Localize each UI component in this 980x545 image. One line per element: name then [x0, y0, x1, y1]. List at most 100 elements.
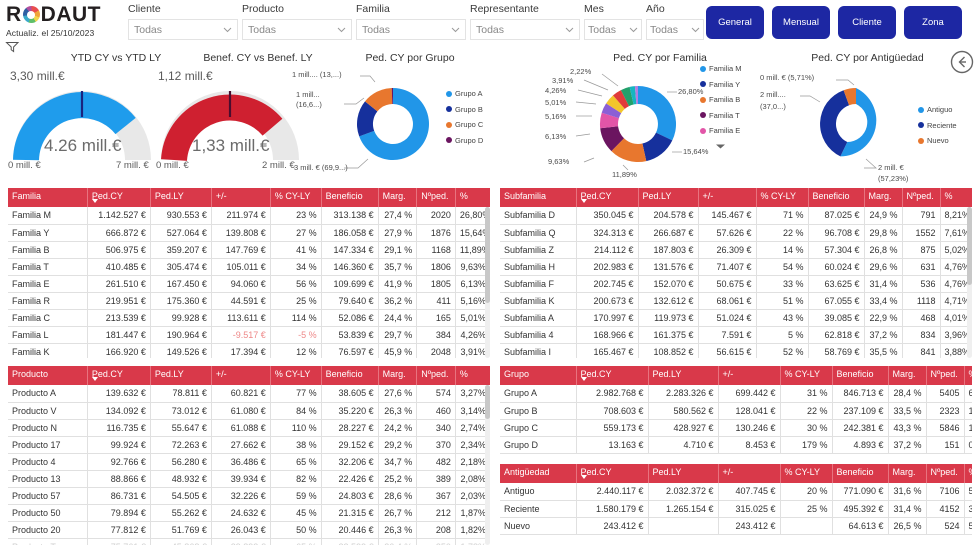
legend-item-grupo-b[interactable]: Grupo B — [446, 102, 483, 118]
column-header-[interactable]: +/- — [718, 366, 781, 385]
column-header-[interactable]: % — [964, 464, 972, 483]
subfamilia-table[interactable]: Subfamilia Ped.CY Ped.LY +/-% CY-LY Benefici… — [500, 188, 972, 358]
filter-icon[interactable] — [5, 39, 20, 53]
filter-familia-dropdown[interactable]: Todas — [356, 19, 466, 40]
column-header-familia[interactable]: Familia — [8, 188, 88, 207]
grupo-table-container[interactable]: Grupo Ped.CY Ped.LY +/-% CY-LY Beneficio Marg… — [500, 366, 972, 460]
filter-cliente-dropdown[interactable]: Todas — [128, 19, 238, 40]
table-row[interactable]: Familia M 1.142.527 €930.553 €211.974 €23… — [8, 207, 490, 225]
table-row[interactable]: Familia E 261.510 €167.450 €94.060 €56 % 1… — [8, 275, 490, 293]
column-header-ped-cy[interactable]: Ped.CY — [87, 188, 151, 207]
donut-ped-cy-por-familia[interactable]: 26,80% 15,64% 11,89% 9,63% 6,13% 5,16% 5… — [528, 62, 760, 184]
subfamilia-table-scrollbar[interactable] — [967, 207, 972, 358]
column-header-ped-cy[interactable]: Ped.CY — [576, 188, 639, 207]
column-header-[interactable]: % — [964, 366, 972, 385]
table-row[interactable]: Familia K 166.920 €149.526 €17.394 €12 % 7… — [8, 343, 490, 358]
grupo-table[interactable]: Grupo Ped.CY Ped.LY +/-% CY-LY Beneficio Marg… — [500, 366, 972, 454]
column-header-n-ped[interactable]: Nºped. — [416, 366, 456, 385]
familia-table-container[interactable]: Familia Ped.CY Ped.LY +/-% CY-LY Beneficio Ma… — [8, 188, 490, 358]
antiguedad-table[interactable]: Antigüedad Ped.CY Ped.LY +/-% CY-LY Benefici… — [500, 464, 972, 535]
column-header-[interactable]: +/- — [211, 366, 271, 385]
legend-item-antiguo[interactable]: Antiguo — [918, 102, 957, 118]
table-row[interactable]: Producto T75.761 €45.868 €29.893 €65 %22… — [8, 538, 490, 545]
donut-ped-cy-por-antiguedad[interactable]: 0 mill. € (5,71%) 2 mill.... (37,0...) 2… — [760, 64, 966, 184]
column-header-n-ped[interactable]: Nºped. — [926, 464, 965, 483]
column-header-marg[interactable]: Marg. — [378, 188, 418, 207]
column-header-beneficio[interactable]: Beneficio — [808, 188, 865, 207]
filter-mes-dropdown[interactable]: Todas — [584, 19, 642, 40]
column-header-ped-cy[interactable]: Ped.CY — [576, 464, 649, 483]
column-header-ped-ly[interactable]: Ped.LY — [150, 188, 212, 207]
table-row[interactable]: Subfamilia Z 214.112 €187.803 €26.309 €14… — [500, 241, 972, 259]
table-row[interactable]: Subfamilia A 170.997 €119.973 €51.024 €43… — [500, 309, 972, 327]
donut-ped-cy-por-grupo[interactable]: 1 mill.... (13,...) 1 mill... (16,6...) … — [292, 64, 490, 182]
column-header-grupo[interactable]: Grupo — [500, 366, 577, 385]
column-header-ped-ly[interactable]: Ped.LY — [648, 366, 719, 385]
table-row[interactable]: Subfamilia F 202.745 €152.070 €50.675 €33… — [500, 275, 972, 293]
legend-item-nuevo[interactable]: Nuevo — [918, 133, 957, 149]
column-header-[interactable]: +/- — [211, 188, 271, 207]
table-row[interactable]: Familia Y 666.872 €527.064 €139.808 €27 %… — [8, 224, 490, 242]
table-row[interactable]: Producto 17 99.924 €72.263 €27.662 €38 % 2… — [8, 436, 490, 454]
column-header-beneficio[interactable]: Beneficio — [832, 464, 889, 483]
table-row[interactable]: Producto 50 79.894 €55.262 €24.632 €45 % 2… — [8, 504, 490, 522]
filter-representante-dropdown[interactable]: Todas — [470, 19, 580, 40]
column-header-[interactable]: % — [455, 366, 490, 385]
table-row[interactable]: Familia L 181.447 €190.964 € -9.517 € -5 % 5… — [8, 326, 490, 344]
table-row[interactable]: Subfamilia H 202.983 €131.576 €71.407 €54… — [500, 258, 972, 276]
table-row[interactable]: Subfamilia I 165.467 €108.852 €56.615 €52… — [500, 343, 972, 358]
subfamilia-table-container[interactable]: Subfamilia Ped.CY Ped.LY +/-% CY-LY Benefici… — [500, 188, 972, 358]
column-header-cy-ly[interactable]: % CY-LY — [270, 366, 322, 385]
column-header-cy-ly[interactable]: % CY-LY — [780, 366, 833, 385]
table-row[interactable]: Producto 57 86.731 €54.505 €32.226 €59 % 2… — [8, 487, 490, 505]
column-header-cy-ly[interactable]: % CY-LY — [270, 188, 322, 207]
column-header-antig-edad[interactable]: Antigüedad — [500, 464, 577, 483]
column-header-ped-cy[interactable]: Ped.CY — [87, 366, 151, 385]
table-row[interactable]: Antiguo 2.440.117 €2.032.372 €407.745 €20… — [500, 483, 972, 501]
column-header-marg[interactable]: Marg. — [888, 464, 927, 483]
filter-producto-dropdown[interactable]: Todas — [242, 19, 352, 40]
column-header-beneficio[interactable]: Beneficio — [832, 366, 889, 385]
producto-table-scrollbar[interactable] — [485, 385, 490, 545]
nav-button-general[interactable]: General — [706, 6, 764, 39]
table-row[interactable]: Producto 20 77.812 €51.769 €26.043 €50 % 2… — [8, 521, 490, 539]
table-row[interactable]: Grupo C 559.173 €428.927 €130.246 €30 % 24… — [500, 419, 972, 437]
table-row[interactable]: Familia T 410.485 €305.474 €105.011 €34 %… — [8, 258, 490, 276]
legend-item-grupo-a[interactable]: Grupo A — [446, 86, 483, 102]
table-row[interactable]: Nuevo 243.412 €243.412 €64.613 €26,5 % 524… — [500, 517, 972, 535]
table-row[interactable]: Subfamilia 4 168.966 €161.375 €7.591 €5 %… — [500, 326, 972, 344]
column-header-cy-ly[interactable]: % CY-LY — [780, 464, 833, 483]
filter-ano-dropdown[interactable]: Todas — [646, 19, 704, 40]
table-row[interactable]: Familia B 506.975 €359.207 €147.769 €41 %… — [8, 241, 490, 259]
column-header-subfamilia[interactable]: Subfamilia — [500, 188, 577, 207]
column-header-[interactable]: +/- — [698, 188, 757, 207]
legend-item-familia-y[interactable]: Familia Y — [700, 77, 742, 93]
gauge-benef-cy-vs-ly[interactable]: 1,12 mill.€ 1,33 mill.€ 0 mill. € 2 mill… — [156, 64, 304, 174]
nav-button-zona[interactable]: Zona — [904, 6, 962, 39]
column-header-marg[interactable]: Marg. — [888, 366, 927, 385]
table-row[interactable]: Producto N 116.735 €55.647 €61.088 €110 %… — [8, 419, 490, 437]
column-header-ped-ly[interactable]: Ped.LY — [648, 464, 719, 483]
nav-button-cliente[interactable]: Cliente — [838, 6, 896, 39]
familia-table-scrollbar[interactable] — [485, 207, 490, 358]
column-header-ped-ly[interactable]: Ped.LY — [638, 188, 699, 207]
column-header-n-ped[interactable]: Nºped. — [926, 366, 965, 385]
table-row[interactable]: Producto 13 88.866 €48.932 €39.934 €82 % 2… — [8, 470, 490, 488]
table-row[interactable]: Familia R 219.951 €175.360 €44.591 €25 % 7… — [8, 292, 490, 310]
legend-item-familia-e[interactable]: Familia E — [700, 123, 742, 139]
table-row[interactable]: Subfamilia Q 324.313 €266.687 €57.626 €22… — [500, 224, 972, 242]
column-header-marg[interactable]: Marg. — [864, 188, 903, 207]
legend-item-familia-t[interactable]: Familia T — [700, 108, 742, 124]
table-row[interactable]: Grupo B 708.603 €580.562 €128.041 €22 % 23… — [500, 402, 972, 420]
table-row[interactable]: Familia C 213.539 €99.928 €113.611 €114 %… — [8, 309, 490, 327]
column-header-[interactable]: % — [455, 188, 490, 207]
familia-table[interactable]: Familia Ped.CY Ped.LY +/-% CY-LY Beneficio Ma… — [8, 188, 490, 358]
producto-table[interactable]: Producto Ped.CY Ped.LY +/-% CY-LY Beneficio M… — [8, 366, 490, 545]
table-row[interactable]: Grupo D 13.163 €4.710 €8.453 €179 % 4.893 … — [500, 436, 972, 454]
antiguedad-table-container[interactable]: Antigüedad Ped.CY Ped.LY +/-% CY-LY Benefici… — [500, 464, 972, 542]
legend-item-familia-m[interactable]: Familia M — [700, 61, 742, 77]
column-header-n-ped[interactable]: Nºped. — [902, 188, 941, 207]
column-header-producto[interactable]: Producto — [8, 366, 88, 385]
legend-item-grupo-c[interactable]: Grupo C — [446, 117, 483, 133]
table-row[interactable]: Subfamilia K 200.673 €132.612 €68.061 €51… — [500, 292, 972, 310]
